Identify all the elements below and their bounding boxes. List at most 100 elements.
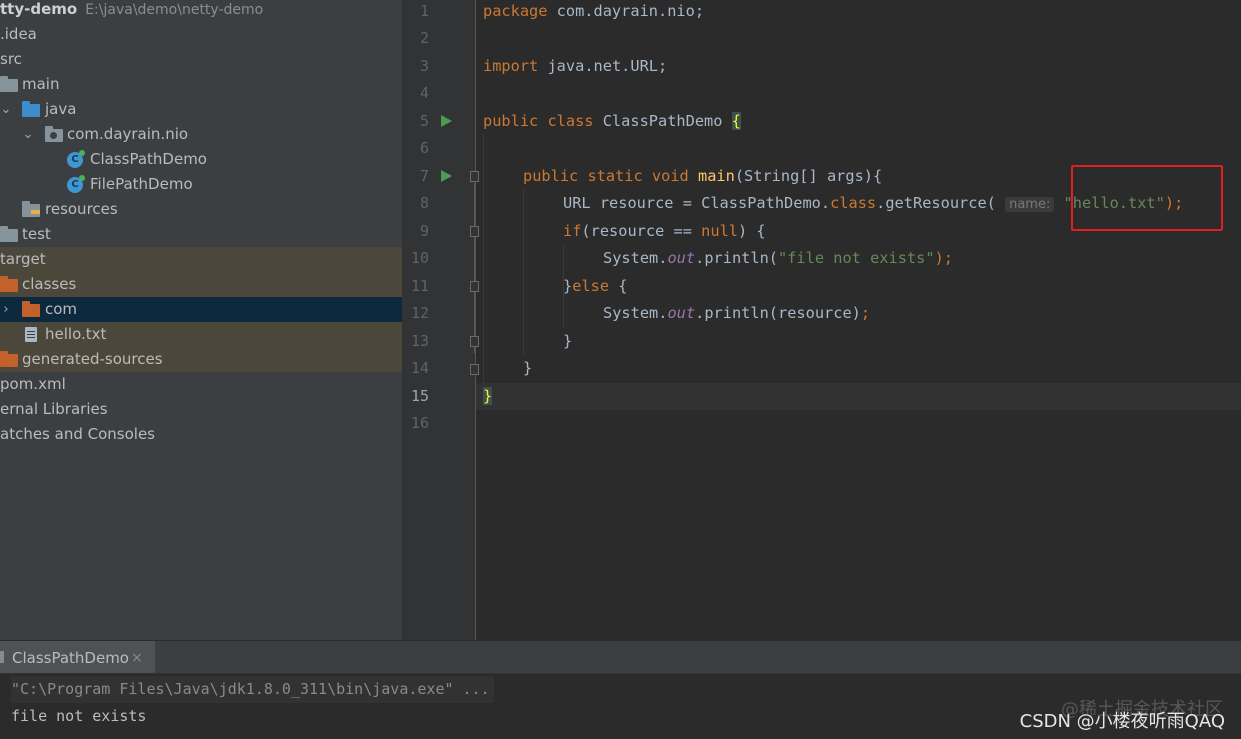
code-line-14[interactable]: } xyxy=(523,355,532,382)
tree-item-classes[interactable]: classes xyxy=(0,272,402,297)
tree-item-main[interactable]: main xyxy=(0,72,402,97)
tree-item-label: .idea xyxy=(0,25,37,43)
line-number: 1 xyxy=(419,2,429,20)
console-output-line: file not exists xyxy=(11,707,147,725)
java-class-icon: C xyxy=(67,175,85,193)
fold-guide xyxy=(474,183,475,353)
code-token: .getResource( xyxy=(876,194,1006,212)
tree-item-label: generated-sources xyxy=(22,350,163,368)
code-line-7[interactable]: public static void main(String[] args){ xyxy=(523,163,882,190)
tree-item-label: target xyxy=(0,250,46,268)
line-number: 12 xyxy=(410,304,429,322)
chevron-down-icon[interactable]: ⌄ xyxy=(22,122,34,147)
keyword-token: class xyxy=(830,194,877,212)
tree-item-label: atches and Consoles xyxy=(0,425,155,443)
line-number-current: 15 xyxy=(410,387,429,405)
code-token: { xyxy=(609,277,628,295)
java-class-icon: C xyxy=(67,150,85,168)
keyword-token: public class xyxy=(483,112,594,130)
folder-icon xyxy=(0,76,18,92)
tree-item-label: ernal Libraries xyxy=(0,400,108,418)
tree-item-resources[interactable]: resources xyxy=(0,197,402,222)
tree-item-classpathdemo[interactable]: C ClassPathDemo xyxy=(0,147,402,172)
tree-item-package[interactable]: ⌄ com.dayrain.nio xyxy=(0,122,402,147)
matched-brace: { xyxy=(731,112,741,130)
code-line-1[interactable]: package com.dayrain.nio; xyxy=(483,0,704,25)
static-field-token: out xyxy=(667,304,696,322)
current-line-highlight xyxy=(476,383,1241,410)
tree-item-generated-sources[interactable]: generated-sources xyxy=(0,347,402,372)
tree-item-label: src xyxy=(0,50,22,68)
tree-item-label: main xyxy=(22,75,60,93)
keyword-token: else xyxy=(572,277,610,295)
keyword-token: null xyxy=(701,222,738,240)
tree-item-test[interactable]: test xyxy=(0,222,402,247)
tree-item-label: test xyxy=(22,225,51,243)
code-line-12[interactable]: System.out.println(resource); xyxy=(603,300,870,327)
code-token: URL resource = ClassPathDemo. xyxy=(563,194,831,212)
code-line-5[interactable]: public class ClassPathDemo { xyxy=(483,108,741,135)
method-name-token: main xyxy=(698,167,735,185)
source-folder-icon xyxy=(22,101,40,117)
fold-icon[interactable] xyxy=(470,336,479,347)
tree-item-src[interactable]: src xyxy=(0,47,402,72)
code-line-11[interactable]: }else { xyxy=(563,273,627,300)
run-class-icon[interactable] xyxy=(441,115,452,127)
tab-classpathdemo[interactable]: ClassPathDemo × xyxy=(0,641,155,673)
code-line-10[interactable]: System.out.println("file not exists"); xyxy=(603,245,953,272)
tree-item-filepathdemo[interactable]: C FilePathDemo xyxy=(0,172,402,197)
fold-icon[interactable] xyxy=(470,364,479,375)
code-token: .println(resource) xyxy=(695,304,861,322)
tree-item-java[interactable]: ⌄ java xyxy=(0,97,402,122)
code-line-15[interactable]: } xyxy=(483,383,493,410)
tree-item-label: classes xyxy=(22,275,77,293)
watermark-csdn: CSDN @小楼夜听雨QAQ xyxy=(1019,711,1225,732)
tree-item-external-libraries[interactable]: ernal Libraries xyxy=(0,397,402,422)
line-number: 16 xyxy=(410,414,429,432)
code-line-9[interactable]: if(resource == null) { xyxy=(563,218,766,245)
tree-item-label: com.dayrain.nio xyxy=(67,125,189,143)
code-token: com.dayrain.nio; xyxy=(547,2,705,20)
line-number: 10 xyxy=(410,249,429,267)
fold-icon[interactable] xyxy=(470,281,479,292)
close-icon[interactable]: × xyxy=(131,641,143,675)
line-number: 5 xyxy=(419,112,429,130)
keyword-token: if xyxy=(563,222,582,240)
tree-item-target[interactable]: target xyxy=(0,247,402,272)
code-token: ; xyxy=(860,304,871,322)
tree-item-scratches[interactable]: atches and Consoles xyxy=(0,422,402,447)
code-token: (resource == xyxy=(581,222,702,240)
chevron-down-icon[interactable]: ⌄ xyxy=(0,97,12,122)
line-number: 14 xyxy=(410,359,429,377)
line-number: 11 xyxy=(410,277,429,295)
class-name-token: ClassPathDemo xyxy=(593,112,732,130)
tree-item-label: com xyxy=(45,300,78,318)
fold-icon[interactable] xyxy=(470,226,479,237)
keyword-token: package xyxy=(483,2,548,20)
code-token: ); xyxy=(934,249,953,267)
code-token: } xyxy=(523,359,533,377)
project-root-name: tty-demo xyxy=(0,0,78,18)
gutter-separator xyxy=(475,0,476,640)
fold-icon[interactable] xyxy=(470,171,479,182)
code-line-3[interactable]: import java.net.URL; xyxy=(483,53,667,80)
run-main-icon[interactable] xyxy=(441,170,452,182)
code-line-13[interactable]: } xyxy=(563,328,572,355)
line-number: 6 xyxy=(419,139,429,157)
code-token: } xyxy=(563,277,573,295)
tree-item-project-root[interactable]: tty-demo E:\java\demo\netty-demo xyxy=(0,0,402,22)
tree-item-idea[interactable]: .idea xyxy=(0,22,402,47)
code-token: } xyxy=(563,332,573,350)
console-command-line[interactable]: "C:\Program Files\Java\jdk1.8.0_311\bin\… xyxy=(11,676,494,703)
code-token: System. xyxy=(603,304,668,322)
chevron-right-icon[interactable]: › xyxy=(0,297,12,322)
text-file-icon xyxy=(25,327,37,342)
code-token: .println( xyxy=(695,249,778,267)
tree-item-hello-txt[interactable]: hello.txt xyxy=(0,322,402,347)
project-root-path: E:\java\demo\netty-demo xyxy=(85,2,264,18)
tree-item-label: hello.txt xyxy=(45,325,107,343)
line-number: 3 xyxy=(419,57,429,75)
tree-item-com[interactable]: › com xyxy=(0,297,402,322)
tree-item-pom[interactable]: pom.xml xyxy=(0,372,402,397)
